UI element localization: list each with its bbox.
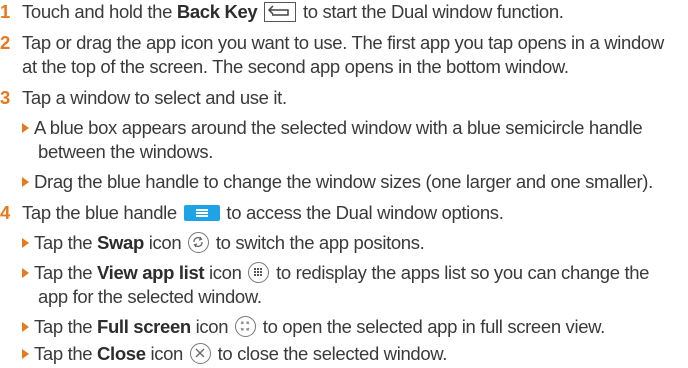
bullet-3-2: Drag the blue handle to change the windo… <box>22 170 653 194</box>
bullet-3-1: A blue box appears around the selected w… <box>22 116 643 140</box>
step-number: 1 <box>0 1 10 22</box>
step-text: Tap or drag the app icon you want to use… <box>22 32 664 53</box>
step-1: 1 Touch and hold the Back Key to start th… <box>0 0 564 24</box>
swap-label: Swap <box>97 232 144 253</box>
back-arrow-icon <box>264 2 297 22</box>
bullet-text: icon <box>190 316 233 337</box>
bullet-4-4: Tap the Close icon to close the selected… <box>22 342 447 366</box>
step-text: at the top of the screen. The second app… <box>22 56 569 77</box>
app-list-icon <box>248 262 270 283</box>
instruction-document: 1 Touch and hold the Back Key to start th… <box>0 0 688 368</box>
bullet-text: Tap the <box>34 316 98 337</box>
blue-handle-icon <box>183 205 220 221</box>
bullet-text: to redisplay the apps list so you can ch… <box>271 262 650 283</box>
step-text: Tap a window to select and use it. <box>22 87 287 108</box>
full-screen-label: Full screen <box>97 316 191 337</box>
bullet-triangle-icon <box>22 322 29 332</box>
bullet-text: to open the selected app in full screen … <box>257 316 606 337</box>
full-screen-icon <box>234 316 256 337</box>
bullet-triangle-icon <box>22 123 29 133</box>
back-key-label: Back Key <box>176 1 258 22</box>
step-text: Tap the blue handle <box>22 202 182 223</box>
step-2-cont: at the top of the screen. The second app… <box>22 55 569 79</box>
bullet-triangle-icon <box>22 177 29 187</box>
bullet-triangle-icon <box>22 268 29 278</box>
bullet-text: Drag the blue handle to change the windo… <box>34 171 653 192</box>
close-label: Close <box>97 343 146 364</box>
step-number: 3 <box>0 87 10 108</box>
step-number: 2 <box>0 32 10 53</box>
bullet-4-2: Tap the View app list icon to redisplay … <box>22 261 649 285</box>
step-text-tail: to access the Dual window options. <box>221 202 504 223</box>
bullet-4-2-cont: app for the selected window. <box>22 285 262 309</box>
bullet-triangle-icon <box>22 349 29 359</box>
bullet-text: app for the selected window. <box>38 286 262 307</box>
step-text: Touch and hold the <box>22 1 177 22</box>
step-4: 4 Tap the blue handle to access the Dual … <box>0 201 504 225</box>
step-text-tail: to start the Dual window function. <box>298 1 564 22</box>
bullet-triangle-icon <box>22 238 29 248</box>
close-icon <box>189 343 211 364</box>
step-number: 4 <box>0 202 10 223</box>
bullet-text: to close the selected window. <box>212 343 448 364</box>
swap-icon <box>188 232 210 253</box>
bullet-text: Tap the <box>34 262 98 283</box>
bullet-4-3: Tap the Full screen icon to open the sel… <box>22 315 605 339</box>
bullet-3-1-cont: between the windows. <box>22 140 213 164</box>
view-app-list-label: View app list <box>97 262 205 283</box>
bullet-text: Tap the <box>34 343 98 364</box>
bullet-text: icon <box>145 343 188 364</box>
bullet-text: A blue box appears around the selected w… <box>34 117 643 138</box>
step-3: 3 Tap a window to select and use it. <box>0 86 287 110</box>
bullet-text: to switch the app positons. <box>211 232 425 253</box>
bullet-text: icon <box>204 262 247 283</box>
bullet-4-1: Tap the Swap icon to switch the app posi… <box>22 231 425 255</box>
bullet-text: between the windows. <box>38 141 214 162</box>
bullet-text: Tap the <box>34 232 98 253</box>
bullet-text: icon <box>143 232 187 253</box>
step-2: 2 Tap or drag the app icon you want to us… <box>0 31 664 55</box>
